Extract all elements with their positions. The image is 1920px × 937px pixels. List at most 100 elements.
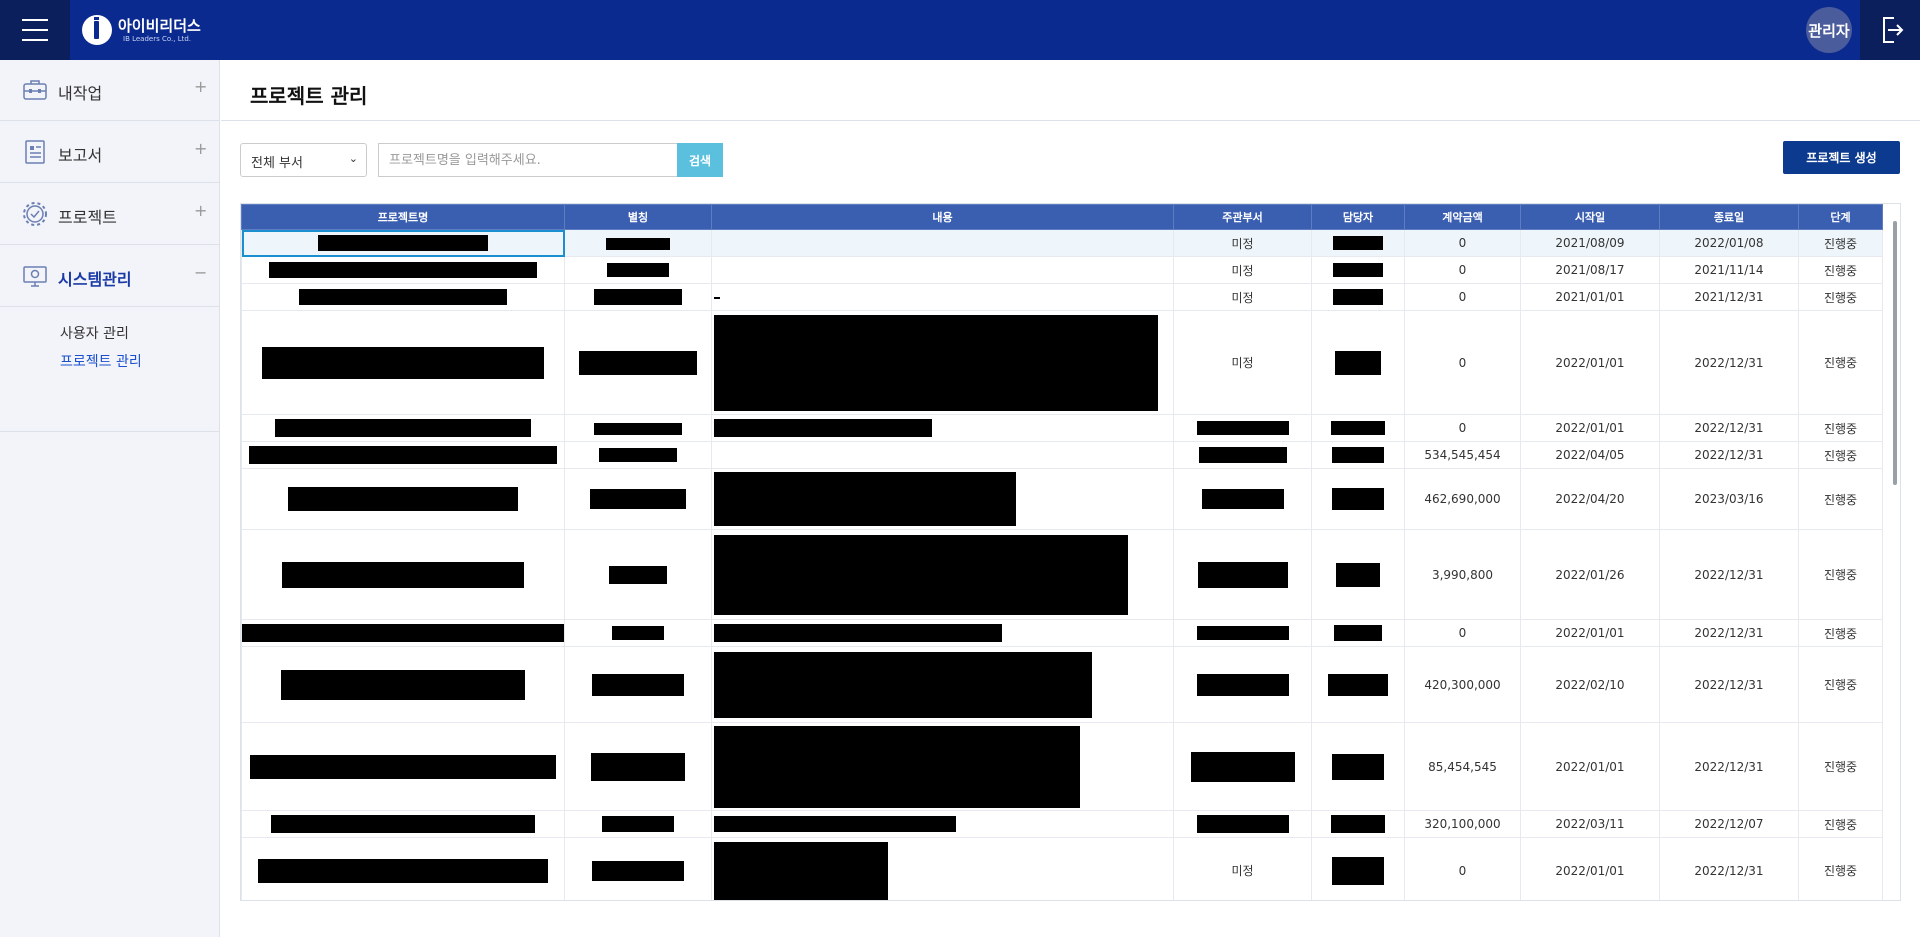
cell-start: 2021/01/01	[1520, 283, 1660, 311]
cell-stage: 진행중	[1798, 283, 1883, 311]
cell-stage: 진행중	[1798, 441, 1883, 469]
dept-cell-text: 미정	[1231, 236, 1254, 251]
table-row[interactable]: 85,454,545 2022/01/01 2022/12/31 진행중	[241, 722, 1883, 811]
expand-icon[interactable]: +	[194, 201, 207, 220]
cell-project-name[interactable]	[241, 529, 565, 620]
cell-project-name[interactable]	[241, 722, 565, 811]
sidebar-item-label: 보고서	[58, 146, 103, 165]
cell-end: 2022/12/31	[1659, 837, 1799, 900]
col-header[interactable]: 별칭	[564, 204, 712, 230]
redacted-project-name	[258, 858, 548, 883]
cell-project-name[interactable]	[241, 468, 565, 530]
submenu-group: 사용자 관리 프로젝트 관리	[0, 308, 219, 432]
table-row[interactable]: 미정 0 2022/01/01 2022/12/31 진행중	[241, 310, 1883, 415]
redacted-alias	[602, 816, 674, 832]
cell-stage: 진행중	[1798, 810, 1883, 838]
cell-stage: 진행중	[1798, 256, 1883, 284]
sidebar-item-system[interactable]: 시스템관리 −	[0, 246, 219, 307]
sidebar-item-projects[interactable]: 프로젝트 +	[0, 184, 219, 245]
cell-alias	[564, 810, 712, 838]
cell-amount: 0	[1404, 619, 1521, 647]
hamburger-menu-icon[interactable]	[0, 0, 70, 60]
cell-alias	[564, 441, 712, 469]
cell-project-name[interactable]	[241, 283, 565, 311]
cell-end: 2022/01/08	[1659, 229, 1799, 257]
divider	[221, 120, 1920, 121]
logout-icon[interactable]	[1860, 0, 1920, 60]
cell-project-name[interactable]	[241, 310, 565, 415]
cell-content	[711, 810, 1174, 838]
search-input[interactable]	[378, 143, 678, 177]
cell-dept: 미정	[1173, 256, 1312, 284]
cell-end: 2022/12/31	[1659, 441, 1799, 469]
redacted-manager	[1332, 488, 1384, 510]
table-row[interactable]: 미정 0 2022/01/01 2022/12/31 진행중	[241, 837, 1883, 900]
col-header[interactable]: 단계	[1798, 204, 1883, 230]
cell-start: 2022/02/10	[1520, 646, 1660, 723]
cell-project-name[interactable]	[241, 256, 565, 284]
table-row[interactable]: 0 2022/01/01 2022/12/31 진행중	[241, 414, 1883, 442]
cell-start: 2022/01/01	[1520, 310, 1660, 415]
cell-manager	[1311, 837, 1405, 900]
cell-project-name[interactable]	[241, 619, 565, 647]
cell-end: 2022/12/31	[1659, 619, 1799, 647]
table-row[interactable]: 420,300,000 2022/02/10 2022/12/31 진행중	[241, 646, 1883, 723]
cell-end: 2022/12/31	[1659, 310, 1799, 415]
cell-start: 2022/04/20	[1520, 468, 1660, 530]
table-row[interactable]: 미정 0 2021/01/01 2021/12/31 진행중	[241, 283, 1883, 311]
create-project-button[interactable]: 프로젝트 생성	[1783, 141, 1900, 174]
cell-dept	[1173, 810, 1312, 838]
col-header[interactable]: 담당자	[1311, 204, 1405, 230]
cell-dept	[1173, 414, 1312, 442]
table-row[interactable]: 462,690,000 2022/04/20 2023/03/16 진행중	[241, 468, 1883, 530]
expand-icon[interactable]: +	[194, 139, 207, 158]
cell-project-name[interactable]	[241, 837, 565, 900]
cell-manager	[1311, 646, 1405, 723]
cell-project-name[interactable]	[241, 441, 565, 469]
redacted-content	[714, 534, 1128, 615]
redacted-project-name	[275, 419, 531, 437]
expand-icon[interactable]: +	[194, 77, 207, 96]
table-row[interactable]: 미정 0 2021/08/09 2022/01/08 진행중	[241, 229, 1883, 257]
dept-cell-text: 미정	[1231, 290, 1254, 305]
cell-alias	[564, 837, 712, 900]
cell-project-name[interactable]	[241, 646, 565, 723]
user-avatar[interactable]: 관리자	[1806, 7, 1852, 53]
cell-alias	[564, 722, 712, 811]
collapse-icon[interactable]: −	[194, 263, 207, 282]
table-row[interactable]: 미정 0 2021/08/17 2021/11/14 진행중	[241, 256, 1883, 284]
cell-start: 2022/01/01	[1520, 619, 1660, 647]
redacted-alias	[609, 565, 667, 584]
col-header[interactable]: 프로젝트명	[241, 204, 565, 230]
cell-project-name[interactable]	[241, 414, 565, 442]
col-header[interactable]: 주관부서	[1173, 204, 1312, 230]
col-header[interactable]: 종료일	[1659, 204, 1799, 230]
scrollbar[interactable]	[1893, 221, 1897, 485]
cell-dept: 미정	[1173, 837, 1312, 900]
submenu-user-management[interactable]: 사용자 관리	[60, 323, 129, 343]
redacted-content	[714, 419, 932, 437]
sidebar-item-my-work[interactable]: 내작업 +	[0, 60, 219, 121]
redacted-project-name	[262, 346, 544, 379]
col-header[interactable]: 계약금액	[1404, 204, 1521, 230]
redacted-project-name	[271, 815, 535, 833]
redacted-dept	[1196, 673, 1289, 696]
cell-project-name[interactable]	[241, 810, 565, 838]
cell-content	[711, 529, 1174, 620]
submenu-project-management[interactable]: 프로젝트 관리	[60, 351, 142, 371]
department-select[interactable]: 전체 부서 ⌄	[240, 143, 367, 177]
search-button[interactable]: 검색	[677, 143, 723, 177]
cell-stage: 진행중	[1798, 229, 1883, 257]
col-header[interactable]: 시작일	[1520, 204, 1660, 230]
redacted-alias	[594, 289, 682, 305]
table-row[interactable]: 0 2022/01/01 2022/12/31 진행중	[241, 619, 1883, 647]
table-row[interactable]: 320,100,000 2022/03/11 2022/12/07 진행중	[241, 810, 1883, 838]
logo-subtitle: IB Leaders Co., Ltd.	[123, 35, 192, 43]
dept-cell-text: 미정	[1231, 356, 1254, 370]
sidebar: 내작업 + 보고서 + 프로젝트 + 시스템관리 − 사용자 관리 프로젝트 관…	[0, 60, 220, 937]
col-header[interactable]: 내용	[711, 204, 1174, 230]
table-row[interactable]: 534,545,454 2022/04/05 2022/12/31 진행중	[241, 441, 1883, 469]
cell-project-name[interactable]	[241, 229, 565, 257]
sidebar-item-reports[interactable]: 보고서 +	[0, 122, 219, 183]
table-row[interactable]: 3,990,800 2022/01/26 2022/12/31 진행중	[241, 529, 1883, 620]
